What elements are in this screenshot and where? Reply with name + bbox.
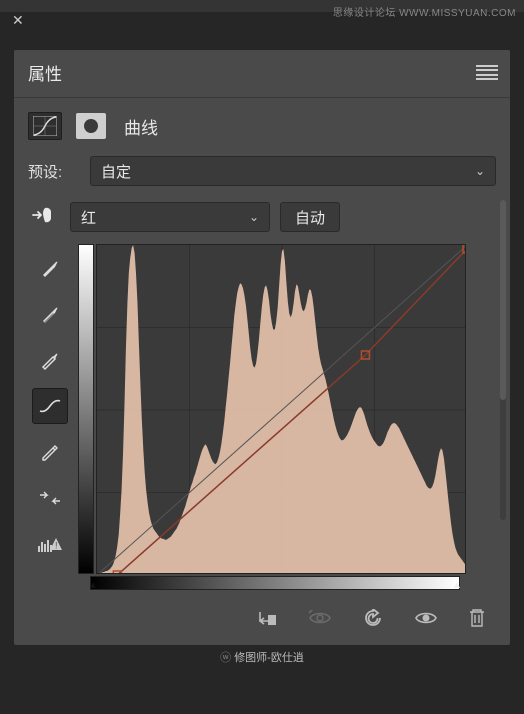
svg-text:!: !: [55, 541, 58, 551]
credit-text: ⓦ 修图师-欧仕逍: [0, 649, 524, 665]
chevron-down-icon: ⌄: [249, 210, 259, 224]
white-slider[interactable]: ▲: [452, 580, 462, 591]
preset-select[interactable]: 自定 ⌄: [90, 156, 496, 186]
auto-button[interactable]: 自动: [280, 202, 340, 232]
histogram-warning-icon[interactable]: !: [32, 526, 68, 562]
preset-label: 预设:: [28, 161, 80, 182]
pencil-tool-icon[interactable]: [32, 434, 68, 470]
channel-select[interactable]: 红 ⌄: [70, 202, 270, 232]
layer-mask-icon[interactable]: [76, 113, 106, 139]
adjustment-name: 曲线: [124, 114, 158, 139]
clip-to-layer-icon[interactable]: [256, 609, 278, 632]
preset-value: 自定: [101, 161, 131, 182]
close-icon[interactable]: ✕: [12, 12, 24, 29]
curves-chart[interactable]: [96, 244, 466, 574]
view-previous-icon[interactable]: [308, 610, 332, 631]
chevron-down-icon: ⌄: [475, 164, 485, 178]
properties-panel: 属性 曲线 预设: 自定 ⌄: [14, 50, 510, 645]
black-point-eyedropper-icon[interactable]: [32, 250, 68, 286]
scrollbar[interactable]: [500, 200, 506, 520]
input-gradient: ▲ ▲: [90, 576, 460, 590]
curve-tool-icon[interactable]: [32, 388, 68, 424]
visibility-icon[interactable]: [414, 610, 438, 631]
reset-icon[interactable]: [362, 609, 384, 632]
white-point-eyedropper-icon[interactable]: [32, 342, 68, 378]
channel-value: 红: [81, 207, 96, 228]
panel-menu-icon[interactable]: [476, 65, 498, 81]
smooth-tool-icon[interactable]: [32, 480, 68, 516]
panel-title: 属性: [28, 60, 62, 85]
trash-icon[interactable]: [468, 608, 486, 633]
curves-adjustment-icon[interactable]: [28, 112, 62, 140]
watermark: 思缘设计论坛 WWW.MISSYUAN.COM: [333, 4, 516, 19]
black-slider[interactable]: ▲: [88, 580, 98, 591]
targeted-adjust-icon[interactable]: [28, 205, 60, 230]
output-gradient: [78, 244, 94, 574]
gray-point-eyedropper-icon[interactable]: [32, 296, 68, 332]
